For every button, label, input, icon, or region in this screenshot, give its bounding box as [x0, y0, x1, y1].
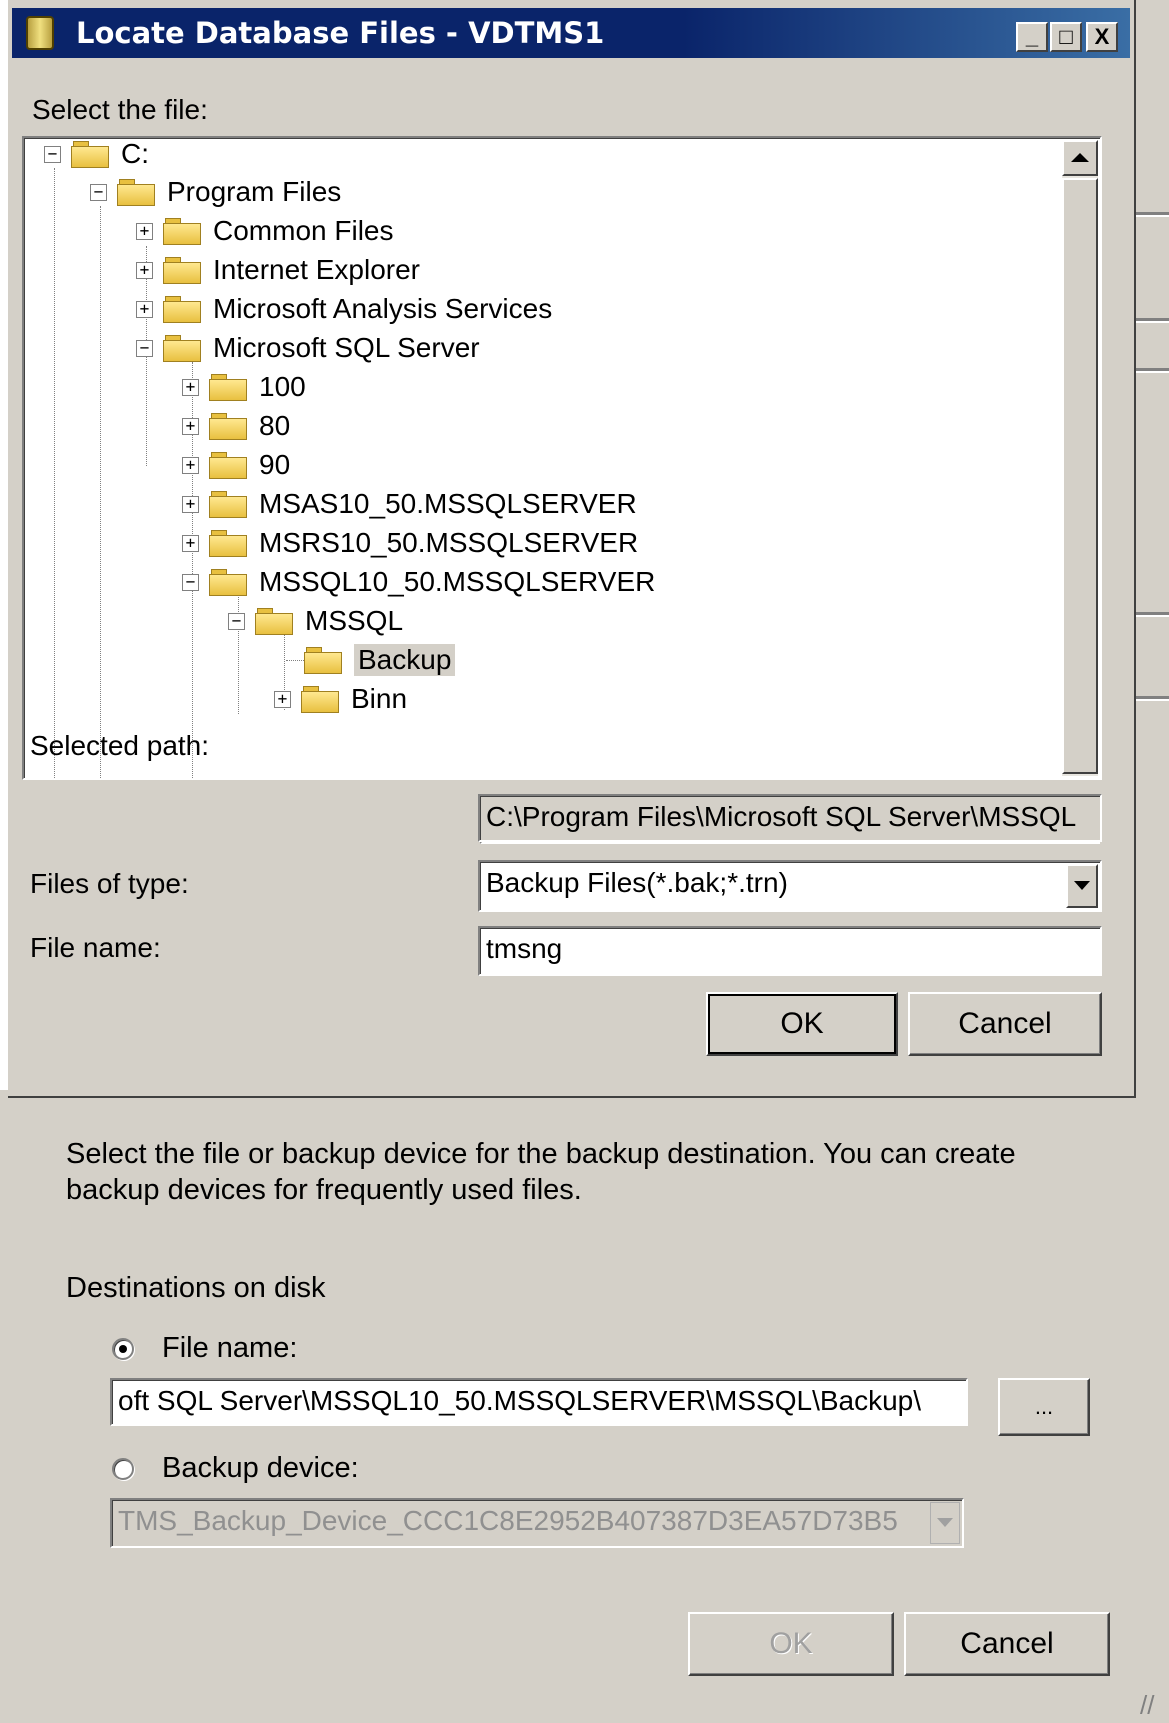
minimize-button[interactable]: _	[1016, 22, 1048, 52]
tree-item-mssql[interactable]: − MSSQL	[228, 601, 403, 641]
cancel-button[interactable]: Cancel	[908, 992, 1102, 1056]
files-of-type-select[interactable]: Backup Files(*.bak;*.trn)	[478, 860, 1102, 912]
folder-icon	[209, 374, 247, 401]
tree-item-label: Common Files	[213, 215, 394, 246]
tree-item-label: Binn	[351, 683, 408, 714]
expand-icon[interactable]: +	[182, 534, 199, 552]
folder-icon	[71, 141, 109, 168]
backup-destination-description: Select the file or backup device for the…	[66, 1138, 1016, 1206]
selected-path-value: C:\Program Files\Microsoft SQL Server\MS…	[486, 801, 1077, 832]
backup-file-name-value: oft SQL Server\MSSQL10_50.MSSQLSERVER\MS…	[118, 1385, 922, 1416]
scrollbar-thumb[interactable]	[1062, 178, 1098, 774]
scroll-up-icon	[1071, 153, 1089, 162]
folder-icon	[117, 179, 155, 206]
expand-icon[interactable]: +	[182, 378, 199, 396]
folder-icon	[209, 530, 247, 557]
ok-button[interactable]: OK	[706, 992, 898, 1056]
folder-icon	[209, 491, 247, 518]
folder-icon	[255, 608, 293, 635]
expand-icon[interactable]: +	[136, 222, 153, 240]
tree-item-label: MSAS10_50.MSSQLSERVER	[259, 488, 637, 519]
dropdown-arrow-icon[interactable]	[1066, 864, 1098, 908]
file-name-radio-label: File name:	[162, 1332, 298, 1364]
tree-item-program-files[interactable]: − Program Files	[90, 172, 341, 212]
resize-grip-icon[interactable]: //	[1140, 1690, 1154, 1721]
folder-icon	[209, 413, 247, 440]
tree-item-label: 90	[259, 449, 291, 480]
expand-icon[interactable]: +	[136, 261, 153, 279]
tree-item-100[interactable]: + 100	[182, 367, 306, 407]
tree-item-label: Internet Explorer	[213, 254, 420, 285]
selected-path-display: C:\Program Files\Microsoft SQL Server\MS…	[478, 794, 1102, 842]
tree-item-internet-explorer[interactable]: + Internet Explorer	[136, 250, 420, 290]
folder-icon	[163, 335, 201, 362]
files-of-type-label: Files of type:	[30, 868, 189, 899]
folder-icon	[304, 647, 342, 674]
tree-item-label: C:	[121, 138, 149, 169]
backup-file-name-input[interactable]: oft SQL Server\MSSQL10_50.MSSQLSERVER\MS…	[110, 1378, 968, 1426]
tree-item-label: 80	[259, 410, 291, 441]
file-name-value: tmsng	[486, 933, 563, 964]
backup-device-radio-label: Backup device:	[162, 1452, 359, 1484]
destination-ok-button[interactable]: OK	[688, 1612, 894, 1676]
backup-device-radio[interactable]	[112, 1458, 134, 1480]
tree-item-microsoft-sql-server[interactable]: − Microsoft SQL Server	[136, 328, 480, 368]
destination-cancel-button[interactable]: Cancel	[904, 1612, 1110, 1676]
close-button[interactable]: X	[1086, 22, 1118, 52]
collapse-icon[interactable]: −	[90, 183, 107, 201]
expand-icon[interactable]: +	[136, 300, 153, 318]
collapse-icon[interactable]: −	[44, 145, 61, 163]
tree-item-common-files[interactable]: + Common Files	[136, 211, 393, 251]
collapse-icon[interactable]: −	[228, 612, 245, 630]
tree-item-msas10-50[interactable]: + MSAS10_50.MSSQLSERVER	[182, 484, 637, 524]
dropdown-arrow-icon[interactable]	[930, 1502, 960, 1544]
tree-item-label: MSRS10_50.MSSQLSERVER	[259, 527, 639, 558]
window-title: Locate Database Files - VDTMS1	[76, 16, 605, 50]
expand-icon[interactable]: +	[274, 690, 291, 708]
file-tree[interactable]: − C: − Program Files + Common Files + In…	[22, 136, 1102, 780]
title-bar[interactable]: Locate Database Files - VDTMS1 _ □ X	[12, 8, 1130, 58]
folder-icon	[209, 569, 247, 596]
browse-button[interactable]: ...	[998, 1378, 1090, 1436]
tree-item-80[interactable]: + 80	[182, 406, 290, 446]
tree-item-label: Microsoft Analysis Services	[213, 293, 553, 324]
tree-item-mssql10-50[interactable]: − MSSQL10_50.MSSQLSERVER	[182, 562, 655, 602]
folder-icon	[163, 296, 201, 323]
maximize-button[interactable]: □	[1050, 22, 1082, 52]
expand-icon[interactable]: +	[182, 495, 199, 513]
collapse-icon[interactable]: −	[136, 339, 153, 357]
collapse-icon[interactable]: −	[182, 573, 199, 591]
file-name-label: File name:	[30, 932, 161, 963]
tree-item-label: MSSQL	[305, 605, 404, 636]
database-icon	[26, 16, 54, 50]
tree-item-90[interactable]: + 90	[182, 445, 290, 485]
file-name-input[interactable]: tmsng	[478, 926, 1102, 976]
tree-item-label: MSSQL10_50.MSSQLSERVER	[259, 566, 656, 597]
file-name-radio[interactable]	[112, 1338, 134, 1360]
folder-icon	[209, 452, 247, 479]
select-file-label: Select the file:	[32, 94, 208, 125]
backup-device-value: TMS_Backup_Device_CCC1C8E2952B407387D3EA…	[118, 1505, 898, 1536]
selected-path-label: Selected path:	[30, 730, 210, 761]
tree-item-c-drive[interactable]: − C:	[44, 138, 149, 174]
tree-item-label: Microsoft SQL Server	[213, 332, 480, 363]
tree-item-backup[interactable]: Backup	[294, 640, 456, 680]
scroll-up-button[interactable]	[1062, 140, 1098, 176]
tree-item-label: 100	[259, 371, 306, 402]
tree-vertical-scrollbar[interactable]	[1062, 140, 1098, 776]
tree-item-binn[interactable]: + Binn	[274, 679, 407, 719]
destinations-on-disk-label: Destinations on disk	[66, 1272, 326, 1304]
backup-device-select[interactable]: TMS_Backup_Device_CCC1C8E2952B407387D3EA…	[110, 1498, 964, 1548]
tree-item-label: Program Files	[167, 176, 342, 207]
folder-icon	[163, 257, 201, 284]
expand-icon[interactable]: +	[182, 417, 199, 435]
folder-icon	[163, 218, 201, 245]
tree-item-microsoft-analysis-services[interactable]: + Microsoft Analysis Services	[136, 289, 552, 329]
tree-item-msrs10-50[interactable]: + MSRS10_50.MSSQLSERVER	[182, 523, 638, 563]
expand-icon[interactable]: +	[182, 456, 199, 474]
folder-icon	[301, 686, 339, 713]
files-of-type-value: Backup Files(*.bak;*.trn)	[486, 867, 788, 898]
tree-item-label: Backup	[354, 644, 456, 676]
